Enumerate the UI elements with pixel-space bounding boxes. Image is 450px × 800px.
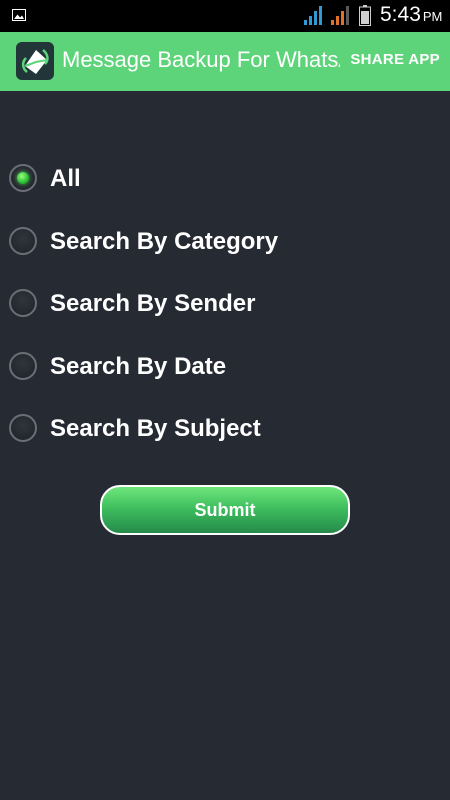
radio-button[interactable]: [9, 289, 37, 317]
battery-icon: [359, 5, 371, 26]
clock: 5:43 PM: [380, 3, 442, 27]
signal-strength-2-icon: [331, 6, 349, 25]
radio-option-date[interactable]: Search By Date: [0, 338, 450, 401]
radio-option-subject[interactable]: Search By Subject: [0, 400, 450, 463]
clock-ampm: PM: [422, 9, 443, 24]
radio-button[interactable]: [9, 164, 37, 192]
radio-option-sender[interactable]: Search By Sender: [0, 275, 450, 338]
radio-button[interactable]: [9, 414, 37, 442]
app-title: Message Backup For WhatsApp: [62, 47, 340, 72]
radio-option-all[interactable]: All: [0, 150, 450, 213]
app-logo-icon[interactable]: [16, 42, 54, 80]
status-bar: 5:43 PM: [0, 0, 450, 32]
search-filter-radio-group: All Search By Category Search By Sender …: [0, 150, 450, 463]
signal-strength-icon: [304, 6, 322, 25]
action-bar: Message Backup For WhatsApp SHARE APP: [0, 32, 450, 91]
radio-label: Search By Date: [50, 352, 227, 380]
share-app-button[interactable]: SHARE APP: [350, 51, 440, 68]
radio-label: Search By Category: [50, 227, 279, 255]
clock-time: 5:43: [380, 3, 421, 26]
radio-label: Search By Subject: [50, 415, 261, 442]
submit-button[interactable]: Submit: [100, 485, 350, 535]
radio-button[interactable]: [9, 226, 37, 255]
radio-button[interactable]: [9, 351, 37, 380]
radio-option-category[interactable]: Search By Category: [0, 213, 450, 276]
radio-label: All: [50, 165, 81, 192]
radio-label: Search By Sender: [50, 290, 256, 317]
image-notification-icon: [12, 9, 26, 21]
